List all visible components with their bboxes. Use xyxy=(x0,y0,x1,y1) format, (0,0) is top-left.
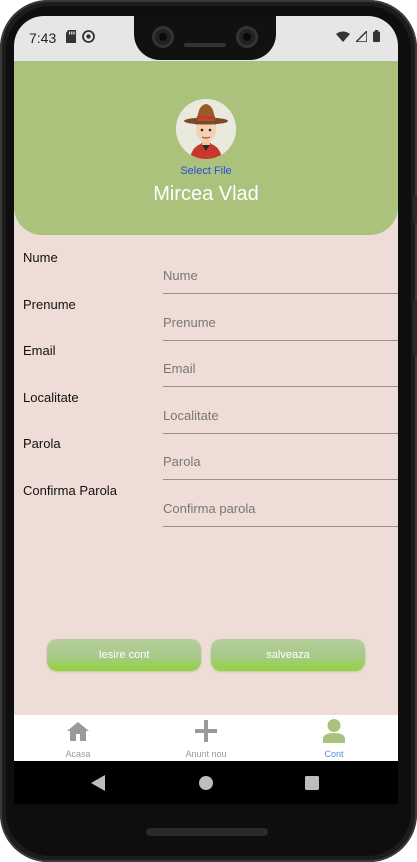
battery-icon xyxy=(373,30,380,42)
confirma-parola-label: Confirma Parola xyxy=(23,483,117,498)
system-navigation-bar xyxy=(14,761,398,804)
profile-header: Select File Mircea Vlad xyxy=(14,61,398,235)
form-row-confirma-parola: Confirma Parola xyxy=(14,483,398,530)
nav-item-acasa[interactable]: Acasa xyxy=(14,715,142,761)
volume-button xyxy=(413,300,417,355)
nav-label-cont: Cont xyxy=(324,749,344,759)
email-label: Email xyxy=(23,343,56,358)
recents-icon[interactable] xyxy=(305,776,319,790)
profile-avatar[interactable] xyxy=(176,99,236,159)
save-button[interactable]: salveaza xyxy=(211,639,365,671)
prenume-label: Prenume xyxy=(23,297,76,312)
status-bar: 7:43 xyxy=(14,16,398,61)
bottom-speaker-grille xyxy=(146,828,268,836)
form-row-nume: Nume xyxy=(14,250,398,297)
power-button xyxy=(413,195,417,223)
screen: 7:43 Select File Mircea Vlad Nume Nume P… xyxy=(14,16,398,804)
account-screen: Select File Mircea Vlad Nume Prenume Ema… xyxy=(14,61,398,715)
nav-item-anunt-nou[interactable]: Anunt nou xyxy=(142,715,270,761)
cell-signal-icon xyxy=(356,30,367,42)
prenume-input[interactable] xyxy=(163,299,398,341)
home-circle-icon[interactable] xyxy=(199,776,213,790)
localitate-label: Localitate xyxy=(23,390,79,405)
ranger-avatar-icon xyxy=(176,99,236,159)
localitate-input[interactable] xyxy=(163,392,398,434)
wifi-icon xyxy=(336,31,350,42)
camera-notch xyxy=(134,16,276,60)
bottom-navigation: Acasa Anunt nou Cont xyxy=(14,715,398,761)
email-input[interactable] xyxy=(163,345,398,387)
status-time: 7:43 xyxy=(29,30,57,46)
form-row-parola: Parola xyxy=(14,436,398,483)
phone-frame: 7:43 Select File Mircea Vlad Nume Nume P… xyxy=(0,0,417,862)
nav-item-cont[interactable]: Cont xyxy=(270,715,398,761)
parola-label: Parola xyxy=(23,436,61,451)
form-row-localitate: Localitate xyxy=(14,390,398,437)
nav-label-anunt-nou: Anunt nou xyxy=(185,749,227,759)
sd-card-icon xyxy=(66,30,76,43)
sync-icon xyxy=(82,30,95,43)
person-icon xyxy=(323,719,345,743)
form-row-prenume: Prenume xyxy=(14,297,398,344)
back-icon[interactable] xyxy=(91,775,105,791)
home-icon xyxy=(67,722,89,741)
form-row-email: Email xyxy=(14,343,398,390)
plus-icon xyxy=(195,720,217,742)
nume-input[interactable] xyxy=(163,252,398,294)
parola-input[interactable] xyxy=(163,438,398,480)
status-right-icons xyxy=(336,30,380,42)
front-camera-right xyxy=(236,26,258,48)
nav-label-acasa: Acasa xyxy=(65,749,91,759)
nume-label: Nume xyxy=(23,250,58,265)
select-file-link[interactable]: Select File xyxy=(14,165,398,177)
status-left-icons xyxy=(66,30,95,43)
confirma-parola-input[interactable] xyxy=(163,485,398,527)
front-camera-left xyxy=(152,26,174,48)
earpiece-speaker xyxy=(184,43,226,47)
logout-button[interactable]: Iesire cont xyxy=(47,639,201,671)
profile-name: Mircea Vlad xyxy=(153,183,259,205)
